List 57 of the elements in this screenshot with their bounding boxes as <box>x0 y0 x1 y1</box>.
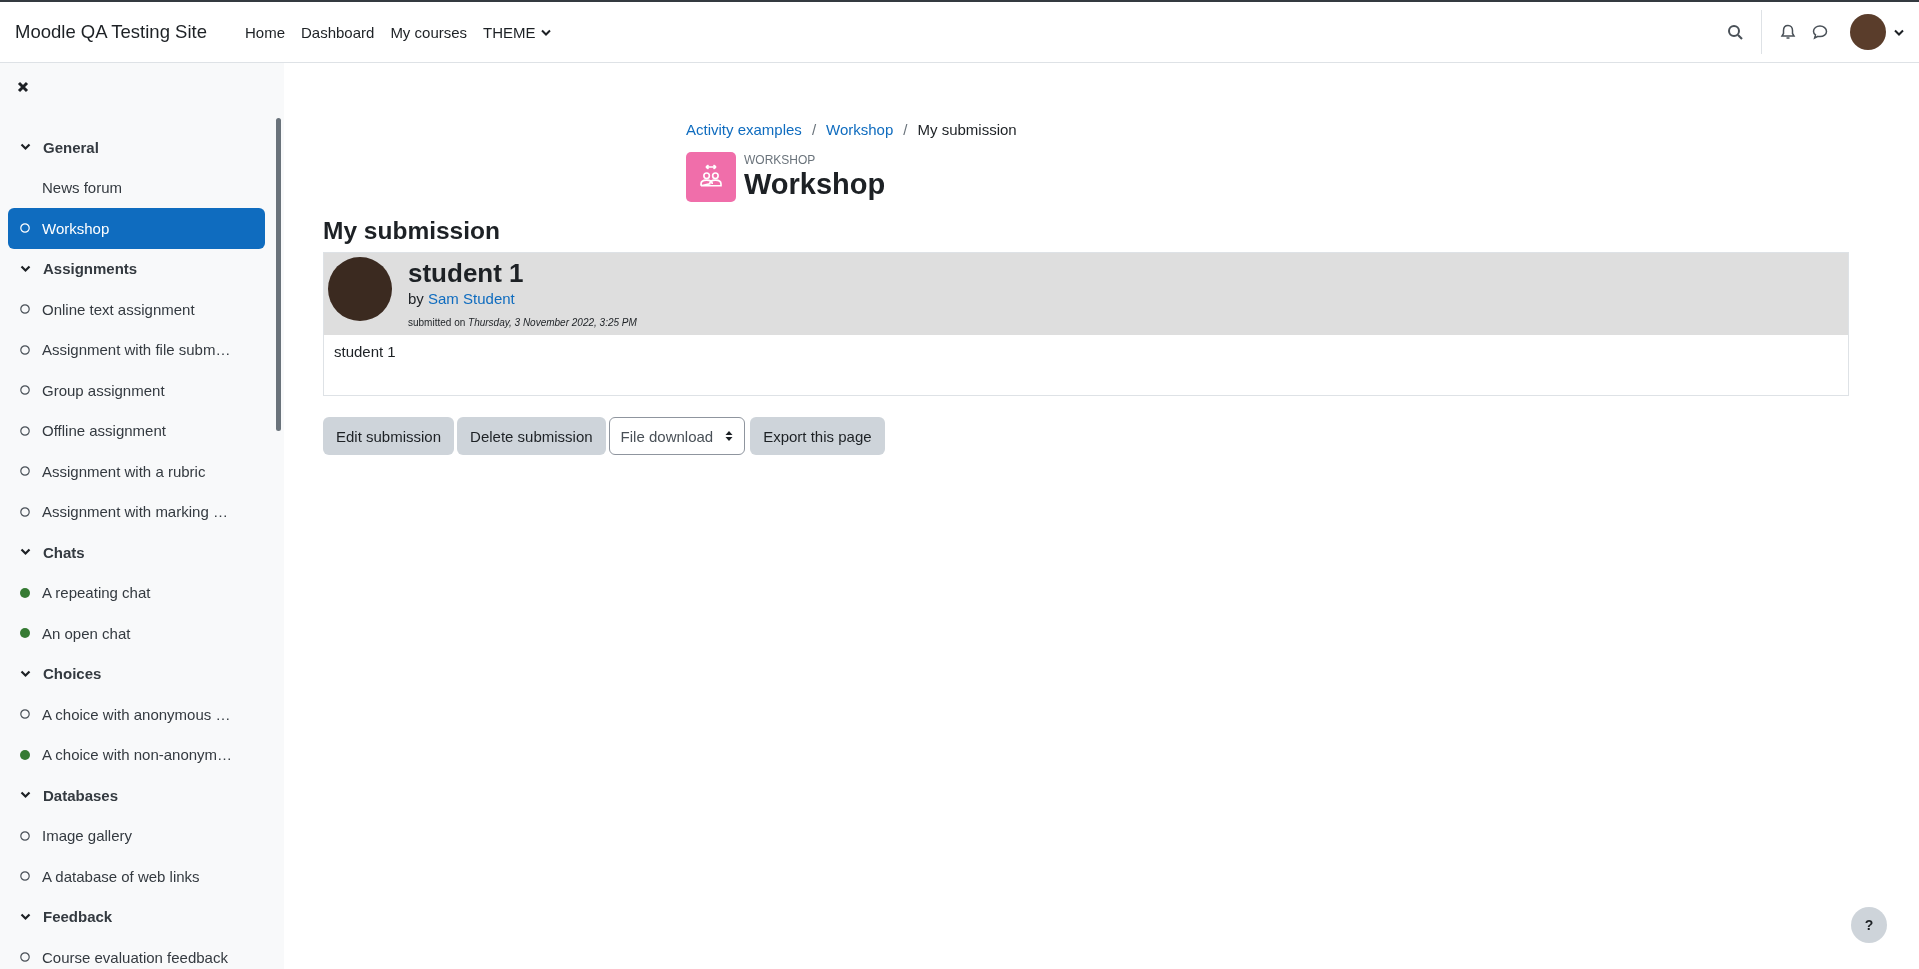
section-heading[interactable]: Chats <box>8 532 265 573</box>
breadcrumb-current: My submission <box>917 120 1017 138</box>
chevron-icon <box>20 548 31 557</box>
submission-title: student 1 <box>408 257 525 289</box>
page-heading: My submission <box>323 216 501 246</box>
action-button[interactable]: Edit submission <box>323 417 455 455</box>
nav-link[interactable]: THEME <box>475 23 559 41</box>
sort-arrows-icon <box>725 430 734 442</box>
action-button[interactable]: Delete submission <box>457 417 606 455</box>
caret-icon <box>1894 28 1904 36</box>
course-index-item[interactable]: A database of web links <box>8 856 265 897</box>
course-index-item[interactable]: A choice with non-anonym… <box>8 734 265 775</box>
caret-icon <box>540 28 551 36</box>
action-button[interactable]: Export this page <box>750 417 885 455</box>
author-line: by Sam Student <box>408 289 516 309</box>
nav-link[interactable]: My courses <box>382 23 476 41</box>
course-index-item[interactable]: Group assignment <box>8 370 265 411</box>
course-index-item[interactable]: Online text assignment <box>8 289 265 330</box>
course-index-item[interactable]: Assignment with marking … <box>8 491 265 532</box>
site-name[interactable]: Moodle QA Testing Site <box>15 21 207 43</box>
submitted-date: submitted on Thursday, 3 November 2022, 3:25 PM <box>408 317 637 329</box>
course-index-item[interactable]: An open chat <box>8 613 265 654</box>
activity-title: Workshop <box>744 167 886 201</box>
workshop-icon <box>686 152 736 202</box>
dropdown-select[interactable]: File download <box>608 417 746 455</box>
breadcrumb-link[interactable]: Workshop <box>826 120 894 138</box>
close-icon[interactable] <box>17 81 29 93</box>
chevron-icon <box>20 264 31 273</box>
chevron-icon <box>20 912 31 921</box>
course-index-item[interactable]: Offline assignment <box>8 410 265 451</box>
activity-type-label: WORKSHOP <box>744 153 817 167</box>
section-heading[interactable]: General <box>8 127 265 168</box>
scrollbar[interactable] <box>276 118 281 431</box>
chevron-icon <box>20 143 31 152</box>
submission-content: student 1 <box>333 342 397 362</box>
help-button[interactable]: ? <box>1851 907 1887 943</box>
course-index-item[interactable]: Course evaluation feedback <box>8 937 265 969</box>
course-index-item[interactable]: Assignment with a rubric <box>8 451 265 492</box>
chevron-icon <box>20 791 31 800</box>
course-index-item[interactable]: A repeating chat <box>8 572 265 613</box>
breadcrumb-separator: / <box>811 120 817 138</box>
chevron-icon <box>20 669 31 678</box>
nav-link[interactable]: Home <box>236 23 293 41</box>
section-heading[interactable]: Feedback <box>8 896 265 937</box>
course-index-item[interactable]: Assignment with file subm… <box>8 329 265 370</box>
breadcrumb-link[interactable]: Activity examples <box>686 120 802 138</box>
course-index-item[interactable]: News forum <box>8 167 265 208</box>
nav-link[interactable]: Dashboard <box>293 23 383 41</box>
section-heading[interactable]: Assignments <box>8 248 265 289</box>
author-link[interactable]: Sam Student <box>428 290 515 307</box>
avatar[interactable] <box>1850 14 1886 50</box>
section-heading[interactable]: Databases <box>8 775 265 816</box>
course-index-item[interactable]: Workshop <box>8 208 265 249</box>
section-heading[interactable]: Choices <box>8 653 265 694</box>
course-index-item[interactable]: A choice with anonymous … <box>8 694 265 735</box>
breadcrumb-separator: / <box>903 120 908 138</box>
course-index-item[interactable]: Image gallery <box>8 815 265 856</box>
